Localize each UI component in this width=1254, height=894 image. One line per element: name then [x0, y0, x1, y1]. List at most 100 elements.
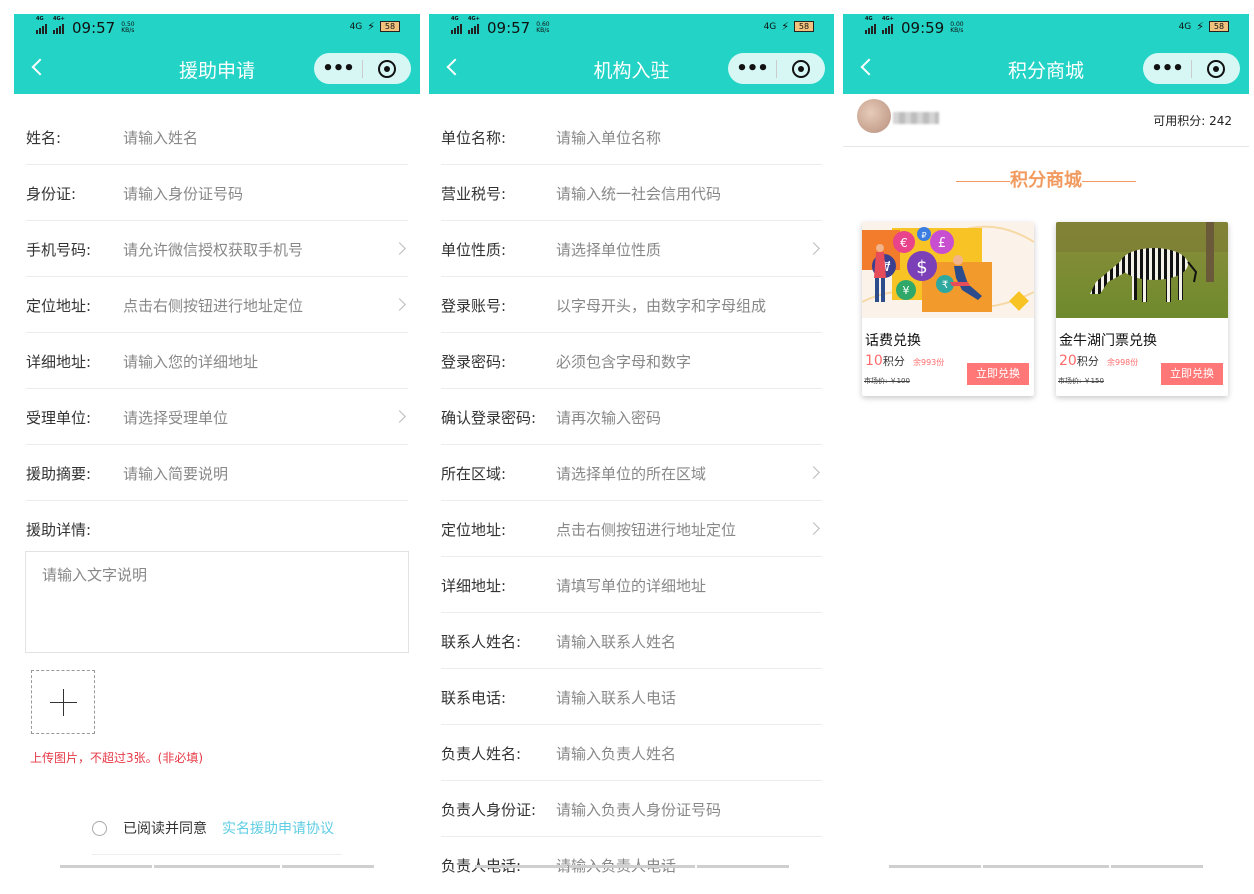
handling-unit-select[interactable]: 受理单位: 请选择受理单位 [26, 389, 408, 445]
available-points: 可用积分: 242 [1153, 114, 1232, 128]
manager-phone-field[interactable]: 负责人电话: 请输入负责人电话 [441, 837, 822, 880]
product-points: 20积分 [1059, 353, 1099, 369]
upload-tip: 上传图片，不超过3张。(非必填) [30, 751, 203, 765]
avatar [857, 99, 891, 133]
more-icon[interactable]: ••• [1143, 53, 1191, 84]
chevron-right-icon [393, 410, 406, 423]
more-icon[interactable]: ••• [728, 53, 776, 84]
aid-summary-field[interactable]: 援助摘要: 请输入简要说明 [26, 445, 408, 501]
name-field[interactable]: 姓名: 请输入姓名 [26, 109, 408, 165]
product-stock: 余998份 [1107, 358, 1139, 367]
location-field[interactable]: 定位地址: 点击右侧按钮进行地址定位 [26, 277, 408, 333]
charging-icon: ⚡ [781, 20, 789, 33]
tax-number-field[interactable]: 营业税号: 请输入统一社会信用代码 [441, 165, 822, 221]
network-type: 4G [1178, 21, 1192, 32]
confirm-password-field[interactable]: 确认登录密码: 请再次输入密码 [441, 389, 822, 445]
svg-text:€: € [900, 236, 908, 250]
signal-icon: 4G [451, 16, 462, 34]
zebra-photo [1056, 222, 1228, 318]
unit-type-select[interactable]: 单位性质: 请选择单位性质 [441, 221, 822, 277]
close-miniprogram-button[interactable] [363, 59, 411, 78]
network-type: 4G [349, 21, 363, 32]
aid-application-screen: 4G 4G+ 09:57 0.50 KB/s 4G ⚡ 58 援助申请 ••• 姓… [14, 14, 420, 880]
phone-field[interactable]: 手机号码: 请允许微信授权获取手机号 [26, 221, 408, 277]
agreement-link[interactable]: 实名援助申请协议 [222, 818, 334, 838]
status-bar: 4G 4G+ 09:59 0.00 KB/s 4G ⚡ 58 [843, 14, 1249, 42]
close-miniprogram-button[interactable] [777, 59, 825, 78]
battery-icon: 58 [794, 21, 814, 32]
region-select[interactable]: 所在区域: 请选择单位的所在区域 [441, 445, 822, 501]
status-time: 09:57 [72, 19, 116, 37]
svg-text:$: $ [916, 257, 927, 278]
svg-text:£: £ [938, 236, 946, 251]
more-icon[interactable]: ••• [314, 53, 362, 84]
signal-icon: 4G [36, 16, 47, 34]
miniprogram-capsule: ••• [1143, 53, 1240, 84]
signal-icon: 4G+ [468, 16, 480, 34]
divider [92, 854, 342, 855]
network-type: 4G [763, 21, 777, 32]
svg-text:¥: ¥ [903, 284, 910, 297]
nav-bar: 机构入驻 ••• [429, 42, 834, 94]
close-miniprogram-button[interactable] [1192, 59, 1240, 78]
product-stock: 余993份 [913, 358, 945, 367]
section-title: 积分商城 [843, 166, 1249, 192]
agreement-row: 已阅读并同意 实名援助申请协议 [92, 818, 334, 838]
login-password-field[interactable]: 登录密码: 必须包含字母和数字 [441, 333, 822, 389]
charging-icon: ⚡ [367, 20, 375, 33]
signal-icon: 4G+ [882, 16, 894, 34]
svg-text:₽: ₽ [921, 231, 926, 240]
signal-icon: 4G+ [53, 16, 65, 34]
status-time: 09:59 [901, 19, 945, 37]
chevron-right-icon [807, 242, 820, 255]
battery-icon: 58 [1209, 21, 1229, 32]
login-account-field[interactable]: 登录账号: 以字母开头，由数字和字母组成 [441, 277, 822, 333]
detail-address-field[interactable]: 详细地址: 请填写单位的详细地址 [441, 557, 822, 613]
product-card[interactable]: 金牛湖门票兑换 20积分 余998份 市场价: ￥150 立即兑换 [1056, 222, 1228, 396]
manager-id-field[interactable]: 负责人身份证: 请输入负责人身份证号码 [441, 781, 822, 837]
signal-icon: 4G [865, 16, 876, 34]
upload-image-button[interactable] [31, 670, 95, 734]
product-name: 话费兑换 [865, 333, 921, 349]
institution-form: 单位名称: 请输入单位名称 营业税号: 请输入统一社会信用代码 单位性质: 请选择单位… [441, 109, 822, 880]
miniprogram-capsule: ••• [314, 53, 411, 84]
redeem-button[interactable]: 立即兑换 [967, 363, 1029, 385]
institution-register-screen: 4G 4G+ 09:57 0.60 KB/s 4G ⚡ 58 机构入驻 ••• 单… [429, 14, 834, 880]
status-time: 09:57 [487, 19, 531, 37]
target-icon [378, 59, 396, 78]
target-icon [1207, 59, 1225, 78]
product-points: 10积分 [865, 353, 905, 369]
miniprogram-capsule: ••• [728, 53, 825, 84]
unit-name-field[interactable]: 单位名称: 请输入单位名称 [441, 109, 822, 165]
product-card[interactable]: ₩ € ₽ $ £ ¥ ₹ 话费兑换 10积分 余993份 市场价: ￥100 … [862, 222, 1034, 396]
battery-icon: 58 [380, 21, 400, 32]
status-bar: 4G 4G+ 09:57 0.50 KB/s 4G ⚡ 58 [14, 14, 420, 42]
chevron-right-icon [393, 242, 406, 255]
aid-form: 姓名: 请输入姓名 身份证: 请输入身份证号码 手机号码: 请允许微信授权获取手机号 … [26, 109, 408, 556]
home-indicator [843, 865, 1249, 868]
chevron-right-icon [807, 522, 820, 535]
contact-name-field[interactable]: 联系人姓名: 请输入联系人姓名 [441, 613, 822, 669]
aid-details-textarea[interactable]: 请输入文字说明 [25, 551, 409, 653]
network-speed: 0.50 KB/s [121, 21, 135, 34]
currency-illustration: ₩ € ₽ $ £ ¥ ₹ [862, 222, 1034, 318]
detail-address-field[interactable]: 详细地址: 请输入您的详细地址 [26, 333, 408, 389]
home-indicator [14, 865, 420, 868]
target-icon [792, 59, 810, 78]
user-info-bar: 可用积分: 242 [843, 94, 1249, 147]
location-field[interactable]: 定位地址: 点击右侧按钮进行地址定位 [441, 501, 822, 557]
redeem-button[interactable]: 立即兑换 [1161, 363, 1223, 385]
network-speed: 0.60 KB/s [536, 21, 550, 34]
svg-text:₹: ₹ [942, 280, 948, 291]
agree-checkbox[interactable] [92, 820, 107, 836]
manager-name-field[interactable]: 负责人姓名: 请输入负责人姓名 [441, 725, 822, 781]
market-price: 市场价: ￥150 [1058, 377, 1104, 385]
contact-phone-field[interactable]: 联系电话: 请输入联系人电话 [441, 669, 822, 725]
product-name: 金牛湖门票兑换 [1059, 333, 1157, 349]
aid-details-label-row: 援助详情: [26, 521, 92, 539]
id-card-field[interactable]: 身份证: 请输入身份证号码 [26, 165, 408, 221]
chevron-right-icon [393, 298, 406, 311]
points-mall-screen: 4G 4G+ 09:59 0.00 KB/s 4G ⚡ 58 积分商城 ••• 可… [843, 14, 1249, 880]
agree-text: 已阅读并同意 [123, 821, 207, 837]
market-price: 市场价: ￥100 [864, 377, 910, 385]
